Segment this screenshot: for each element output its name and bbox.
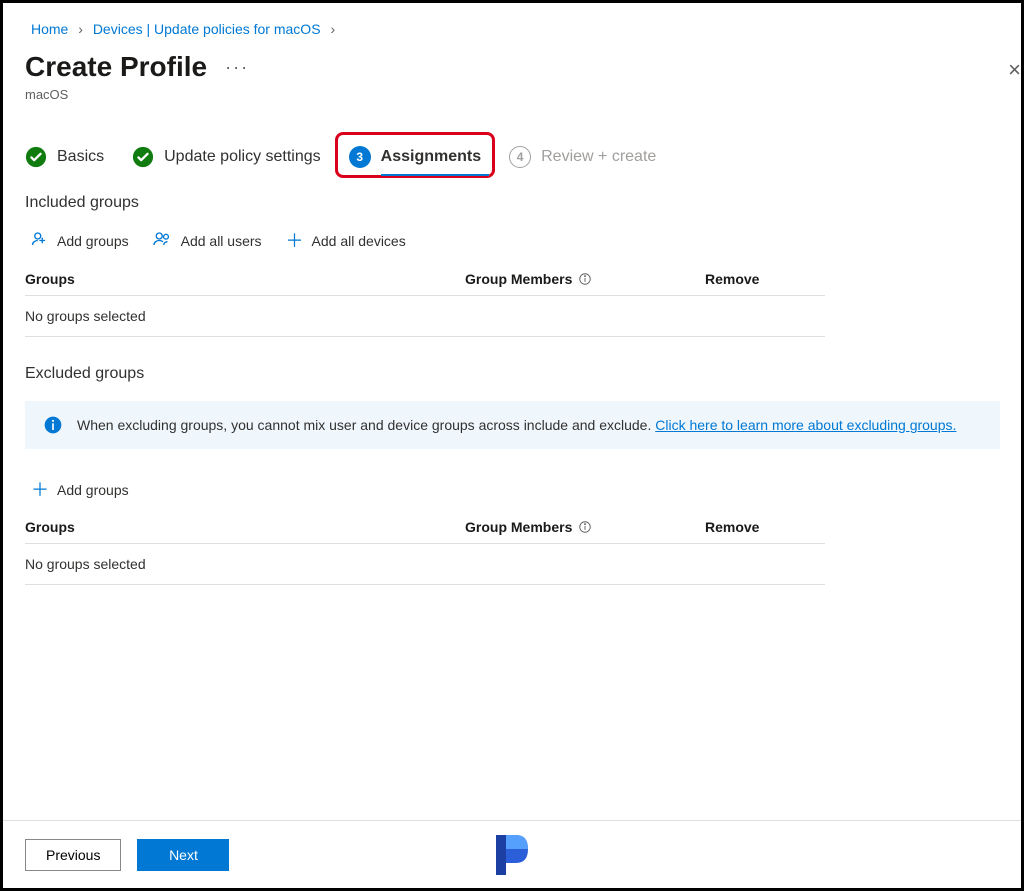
wizard-steps: Basics Update policy settings 3 Assignme… [25,146,999,168]
breadcrumb-home[interactable]: Home [31,21,68,37]
person-add-icon [31,230,49,251]
col-groups: Groups [25,519,465,535]
info-icon[interactable] [578,520,592,534]
page-title: Create Profile [25,51,207,83]
action-label: Add groups [57,482,129,498]
step-label: Assignments [381,148,481,166]
included-groups-heading: Included groups [25,194,999,212]
add-groups-button[interactable]: ＋ Add groups [31,481,129,499]
breadcrumb-devices[interactable]: Devices | Update policies for macOS [93,21,321,37]
more-menu-icon[interactable]: ··· [225,57,249,78]
step-label: Basics [57,148,104,166]
previous-button[interactable]: Previous [25,839,121,871]
action-label: Add groups [57,233,129,249]
plus-icon: ＋ [31,481,49,499]
excluded-actions: ＋ Add groups [25,477,999,511]
step-label: Review + create [541,148,656,166]
col-members: Group Members [465,519,705,535]
step-basics[interactable]: Basics [25,146,104,168]
included-actions: Add groups Add all users ＋ Add all devic… [25,226,999,263]
learn-more-link[interactable]: Click here to learn more about excluding… [655,417,956,433]
plus-icon: ＋ [286,232,304,250]
people-icon [153,230,173,251]
add-all-devices-button[interactable]: ＋ Add all devices [286,232,406,250]
page-subtitle: macOS [25,87,999,102]
col-remove: Remove [705,271,825,287]
chevron-right-icon: › [72,21,89,37]
breadcrumb: Home › Devices | Update policies for mac… [25,15,999,51]
excluded-groups-heading: Excluded groups [25,365,999,383]
next-button[interactable]: Next [137,839,229,871]
step-assignments[interactable]: 3 Assignments [349,146,481,168]
step-review-create: 4 Review + create [509,146,656,168]
info-icon[interactable] [578,272,592,286]
brand-logo-icon [492,831,532,878]
col-remove: Remove [705,519,825,535]
included-empty-row: No groups selected [25,296,825,337]
add-groups-button[interactable]: Add groups [31,230,129,251]
col-members: Group Members [465,271,705,287]
chevron-right-icon: › [324,21,341,37]
info-text: When excluding groups, you cannot mix us… [77,417,956,433]
excluded-empty-row: No groups selected [25,544,825,585]
step-update-policy[interactable]: Update policy settings [132,146,321,168]
check-circle-icon [132,146,154,168]
included-table: Groups Group Members Remove No groups se… [25,263,825,337]
action-label: Add all devices [312,233,406,249]
col-groups: Groups [25,271,465,287]
step-number-icon: 3 [349,146,371,168]
add-all-users-button[interactable]: Add all users [153,230,262,251]
close-icon[interactable]: × [1008,57,1021,83]
check-circle-icon [25,146,47,168]
step-label: Update policy settings [164,148,321,166]
excluded-table: Groups Group Members Remove No groups se… [25,511,825,585]
step-number-icon: 4 [509,146,531,168]
info-banner: When excluding groups, you cannot mix us… [25,401,1000,449]
info-icon [43,415,63,435]
action-label: Add all users [181,233,262,249]
